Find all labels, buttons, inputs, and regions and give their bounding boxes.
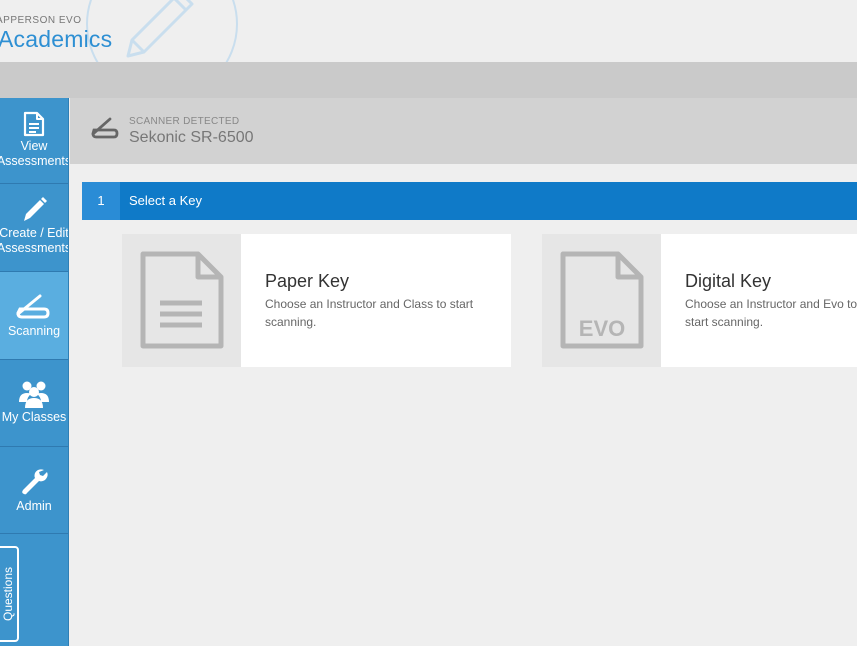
step-header: 1 Select a Key xyxy=(82,182,857,220)
step-title: Select a Key xyxy=(129,193,202,208)
users-icon xyxy=(19,381,49,408)
top-toolbar xyxy=(0,62,857,98)
card-title: Paper Key xyxy=(265,271,350,291)
step-number: 1 xyxy=(82,182,120,220)
sidebar-item-label: Assessments xyxy=(0,154,69,168)
sidebar-item-label: Assessments xyxy=(0,241,69,255)
sidebar-item-label: View xyxy=(20,139,48,153)
paper-key-card[interactable]: Paper Key Choose an Instructor and Class… xyxy=(122,234,511,367)
card-description: Choose an Instructor and Class to start … xyxy=(265,297,474,329)
scanner-icon xyxy=(91,117,119,139)
sidebar-item-my-classes[interactable]: My Classes xyxy=(0,360,68,447)
sidebar-item-label: Create / Edit xyxy=(0,226,69,240)
paper-document-icon xyxy=(140,251,224,349)
evo-icon-text: EVO xyxy=(579,316,625,341)
sidebar-item-create-edit-assessments[interactable]: Create / Edit Assessments xyxy=(0,184,68,272)
sidebar: View Assessments Create / Edit Assessmen… xyxy=(0,98,69,646)
questions-tab-label: Questions xyxy=(0,566,15,622)
card-icon-box: EVO xyxy=(542,234,661,367)
brand-subtitle: APPERSON EVO xyxy=(0,15,82,26)
card-icon-box xyxy=(122,234,241,367)
digital-key-card[interactable]: EVO Digital Key Choose an Instructor and… xyxy=(542,234,857,367)
sidebar-item-scanning[interactable]: Scanning xyxy=(0,272,68,360)
pencil-icon xyxy=(24,197,47,221)
scanner-icon xyxy=(16,294,50,319)
sidebar-item-admin[interactable]: Admin xyxy=(0,447,68,534)
scanner-name: Sekonic SR-6500 xyxy=(129,129,254,146)
document-icon xyxy=(23,111,45,137)
wrench-icon xyxy=(22,469,48,495)
pencil-logo-icon xyxy=(126,0,194,58)
sidebar-item-label: My Classes xyxy=(1,410,67,424)
sidebar-item-label: Scanning xyxy=(7,324,61,338)
card-description: Choose an Instructor and Evo to start sc… xyxy=(685,297,857,329)
card-title: Digital Key xyxy=(685,271,772,291)
brand-title[interactable]: Academics xyxy=(0,26,112,53)
sidebar-item-view-assessments[interactable]: View Assessments xyxy=(0,98,68,184)
sidebar-item-label: Admin xyxy=(16,499,52,513)
scanner-status-label: SCANNER DETECTED xyxy=(129,116,240,127)
evo-document-icon: EVO xyxy=(560,251,644,349)
app-header: APPERSON EVO Academics xyxy=(0,0,857,62)
questions-tab[interactable]: Questions xyxy=(0,546,19,642)
scanner-status: SCANNER DETECTED Sekonic SR-6500 xyxy=(70,98,857,164)
